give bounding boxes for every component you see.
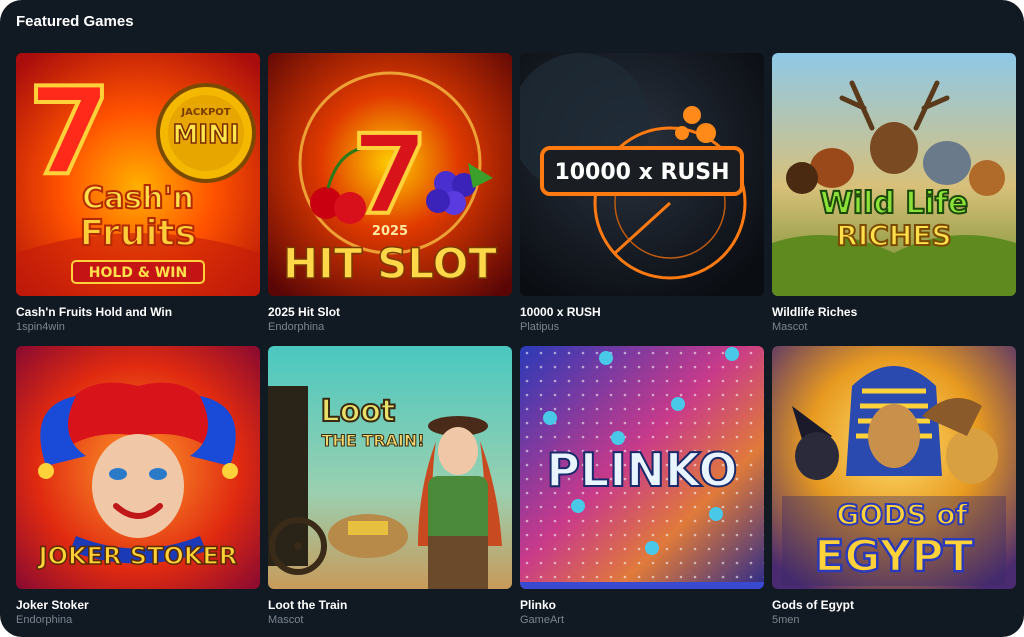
game-card-wildlife-riches[interactable]: Wild Life RICHES Wildlife Riches Mascot	[772, 53, 1016, 333]
game-artwork: GODS of EGYPT	[772, 346, 1016, 589]
svg-text:HIT SLOT: HIT SLOT	[283, 239, 497, 288]
svg-text:JOKER STOKER: JOKER STOKER	[37, 542, 238, 570]
game-title[interactable]: Cash'n Fruits Hold and Win	[16, 305, 260, 319]
game-thumbnail[interactable]: PLINKO	[520, 346, 764, 589]
svg-text:7: 7	[352, 111, 429, 239]
game-title[interactable]: Wildlife Riches	[772, 305, 1016, 319]
game-thumbnail[interactable]: Loot THE TRAIN!	[268, 346, 512, 589]
svg-text:THE TRAIN!: THE TRAIN!	[321, 431, 424, 450]
svg-text:JACKPOT: JACKPOT	[180, 107, 230, 118]
svg-text:RICHES: RICHES	[836, 219, 951, 252]
game-title[interactable]: 10000 x RUSH	[520, 305, 764, 319]
game-artwork: Loot THE TRAIN!	[268, 346, 512, 589]
svg-text:MINI: MINI	[173, 120, 240, 150]
game-thumbnail[interactable]: JOKER STOKER	[16, 346, 260, 589]
svg-text:Fruits: Fruits	[80, 213, 197, 254]
game-provider: Endorphina	[16, 614, 73, 626]
game-card-loot-the-train[interactable]: Loot THE TRAIN! Loot the Train Mascot	[268, 346, 512, 626]
featured-games-panel: Featured Games 7 JACKPOT MINI Cash'n Fru…	[0, 0, 1024, 637]
game-provider: Endorphina	[268, 321, 325, 333]
game-title[interactable]: 2025 Hit Slot	[268, 305, 512, 319]
game-artwork: 7 2025 HIT SLOT	[268, 53, 512, 296]
game-card-10000-rush[interactable]: 10000 x RUSH 10000 x RUSH Platipus	[520, 53, 764, 333]
svg-text:2025: 2025	[372, 224, 408, 239]
svg-text:GODS of: GODS of	[836, 498, 968, 531]
section-title: Featured Games	[16, 13, 134, 30]
game-artwork: JOKER STOKER	[16, 346, 260, 589]
game-provider: 5men	[772, 614, 800, 626]
svg-text:Wild Life: Wild Life	[820, 186, 968, 221]
game-thumbnail[interactable]: 10000 x RUSH	[520, 53, 764, 296]
game-provider: GameArt	[520, 614, 565, 626]
svg-text:Loot: Loot	[321, 394, 396, 429]
game-title[interactable]: Joker Stoker	[16, 598, 260, 612]
game-card-cashn-fruits[interactable]: 7 JACKPOT MINI Cash'n Fruits HOLD & WIN …	[16, 53, 260, 333]
svg-text:EGYPT: EGYPT	[814, 531, 973, 582]
game-provider: 1spin4win	[16, 321, 65, 333]
game-title[interactable]: Loot the Train	[268, 598, 512, 612]
game-card-plinko[interactable]: PLINKO Plinko GameArt	[520, 346, 764, 626]
game-title[interactable]: Plinko	[520, 598, 764, 612]
game-card-gods-of-egypt[interactable]: GODS of EGYPT Gods of Egypt 5men	[772, 346, 1016, 626]
game-artwork: PLINKO	[520, 346, 764, 589]
game-artwork: 7 JACKPOT MINI Cash'n Fruits HOLD & WIN	[16, 53, 260, 296]
game-artwork: Wild Life RICHES	[772, 53, 1016, 296]
game-artwork: 10000 x RUSH	[520, 53, 764, 296]
game-provider: Platipus	[520, 321, 560, 333]
svg-text:HOLD & WIN: HOLD & WIN	[89, 265, 188, 281]
svg-text:Cash'n: Cash'n	[82, 181, 194, 216]
game-thumbnail[interactable]: 7 JACKPOT MINI Cash'n Fruits HOLD & WIN	[16, 53, 260, 296]
game-thumbnail[interactable]: 7 2025 HIT SLOT	[268, 53, 512, 296]
game-thumbnail[interactable]: Wild Life RICHES	[772, 53, 1016, 296]
game-provider: Mascot	[772, 321, 808, 333]
game-provider: Mascot	[268, 614, 304, 626]
game-title[interactable]: Gods of Egypt	[772, 598, 1016, 612]
svg-text:PLINKO: PLINKO	[546, 443, 737, 497]
game-thumbnail[interactable]: GODS of EGYPT	[772, 346, 1016, 589]
game-card-2025-hit-slot[interactable]: 7 2025 HIT SLOT 2025 Hit Slot Endorphina	[268, 53, 512, 333]
game-card-joker-stoker[interactable]: JOKER STOKER Joker Stoker Endorphina	[16, 346, 260, 626]
svg-text:10000 x RUSH: 10000 x RUSH	[554, 160, 729, 185]
